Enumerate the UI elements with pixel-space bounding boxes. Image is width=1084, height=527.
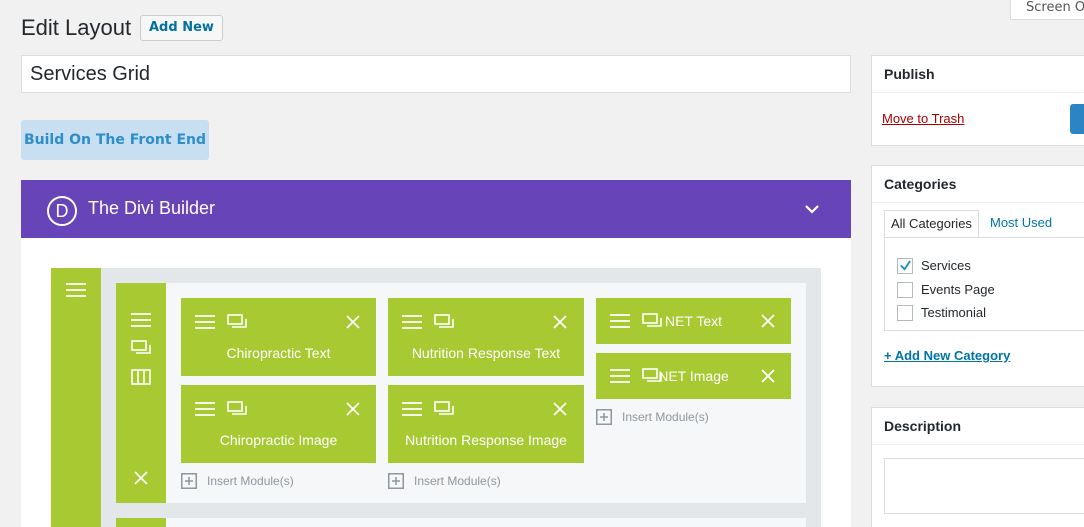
screen-options-tab[interactable]: Screen Op: [1010, 0, 1084, 20]
panel-title: Description: [872, 408, 1084, 445]
chevron-down-icon[interactable]: [805, 202, 819, 216]
plus-box-icon: [181, 473, 197, 489]
row-handle[interactable]: [116, 283, 166, 503]
divi-logo-icon: D: [47, 196, 77, 226]
hamburger-menu-icon[interactable]: [610, 313, 630, 329]
close-icon[interactable]: [553, 402, 567, 416]
hamburger-menu-icon[interactable]: [402, 401, 422, 417]
close-icon[interactable]: [553, 315, 567, 329]
publish-panel: Publish Move to Trash: [871, 55, 1084, 146]
module-card[interactable]: NET Image: [596, 353, 791, 399]
builder-row: Chiropractic Text Chiropractic Image Ins…: [116, 283, 806, 503]
module-label: NET Image: [658, 368, 729, 384]
insert-module-button[interactable]: Insert Module(s): [181, 473, 376, 489]
close-icon[interactable]: [134, 471, 148, 485]
module-card[interactable]: Nutrition Response Image: [388, 385, 584, 463]
checkbox[interactable]: [897, 282, 913, 298]
module-label: NET Text: [664, 313, 723, 329]
insert-module-label: Insert Module(s): [622, 410, 709, 424]
insert-module-label: Insert Module(s): [207, 474, 294, 488]
add-new-button[interactable]: Add New: [140, 15, 223, 41]
checkbox-checked[interactable]: [897, 258, 913, 274]
close-icon[interactable]: [346, 315, 360, 329]
categories-panel: Categories All Categories Most Used Serv…: [871, 165, 1084, 387]
category-label: Testimonial: [921, 305, 987, 320]
row-handle[interactable]: [116, 518, 166, 527]
builder-row: [116, 518, 806, 527]
category-list: Services Events Page Testimonial: [884, 237, 1084, 331]
tab-all-categories[interactable]: All Categories: [884, 210, 979, 238]
close-icon[interactable]: [346, 402, 360, 416]
module-label: Chiropractic Text: [226, 345, 331, 361]
module-label: Nutrition Response Text: [411, 345, 561, 361]
builder-section: Chiropractic Text Chiropractic Image Ins…: [51, 268, 821, 527]
module-card[interactable]: Nutrition Response Text: [388, 298, 584, 376]
build-front-end-button[interactable]: Build On The Front End: [21, 120, 209, 160]
duplicate-icon[interactable]: [434, 401, 454, 417]
divi-builder-canvas: Chiropractic Text Chiropractic Image Ins…: [21, 238, 851, 527]
add-new-category-link[interactable]: + Add New Category: [884, 348, 1010, 363]
tab-most-used[interactable]: Most Used: [984, 210, 1058, 238]
section-handle[interactable]: [51, 268, 101, 527]
hamburger-menu-icon[interactable]: [131, 312, 151, 328]
hamburger-menu-icon[interactable]: [66, 282, 86, 298]
hamburger-menu-icon[interactable]: [195, 401, 215, 417]
plus-box-icon: [388, 473, 404, 489]
description-panel: Description: [871, 407, 1084, 527]
close-icon[interactable]: [761, 314, 775, 328]
module-card[interactable]: Chiropractic Text: [181, 298, 376, 376]
hamburger-menu-icon[interactable]: [610, 368, 630, 384]
panel-title: Publish: [872, 56, 1084, 93]
module-label: Chiropractic Image: [219, 432, 338, 448]
checkmark-icon: [900, 260, 911, 271]
page-title: Edit Layout: [21, 15, 132, 40]
duplicate-icon[interactable]: [434, 314, 454, 330]
title-input[interactable]: Services Grid: [21, 55, 851, 93]
move-to-trash-link[interactable]: Move to Trash: [882, 111, 964, 126]
hamburger-menu-icon[interactable]: [402, 314, 422, 330]
plus-box-icon: [596, 409, 612, 425]
divi-builder-header: D The Divi Builder: [21, 180, 851, 238]
divi-builder-title: The Divi Builder: [88, 198, 216, 218]
module-card[interactable]: Chiropractic Image: [181, 385, 376, 463]
close-icon[interactable]: [761, 369, 775, 383]
publish-button[interactable]: [1070, 104, 1084, 134]
insert-module-button[interactable]: Insert Module(s): [596, 409, 791, 425]
category-label: Services: [921, 258, 971, 273]
insert-module-label: Insert Module(s): [414, 474, 501, 488]
module-label: Nutrition Response Image: [405, 432, 567, 448]
duplicate-icon[interactable]: [227, 401, 247, 417]
module-card[interactable]: NET Text: [596, 298, 791, 344]
hamburger-menu-icon[interactable]: [195, 314, 215, 330]
duplicate-icon[interactable]: [131, 340, 151, 356]
panel-title: Categories: [872, 166, 1084, 203]
duplicate-icon[interactable]: [227, 314, 247, 330]
category-label: Events Page: [921, 282, 995, 297]
checkbox[interactable]: [897, 305, 913, 321]
columns-layout-icon[interactable]: [131, 369, 151, 385]
insert-module-button[interactable]: Insert Module(s): [388, 473, 584, 489]
description-textarea[interactable]: [884, 458, 1084, 514]
